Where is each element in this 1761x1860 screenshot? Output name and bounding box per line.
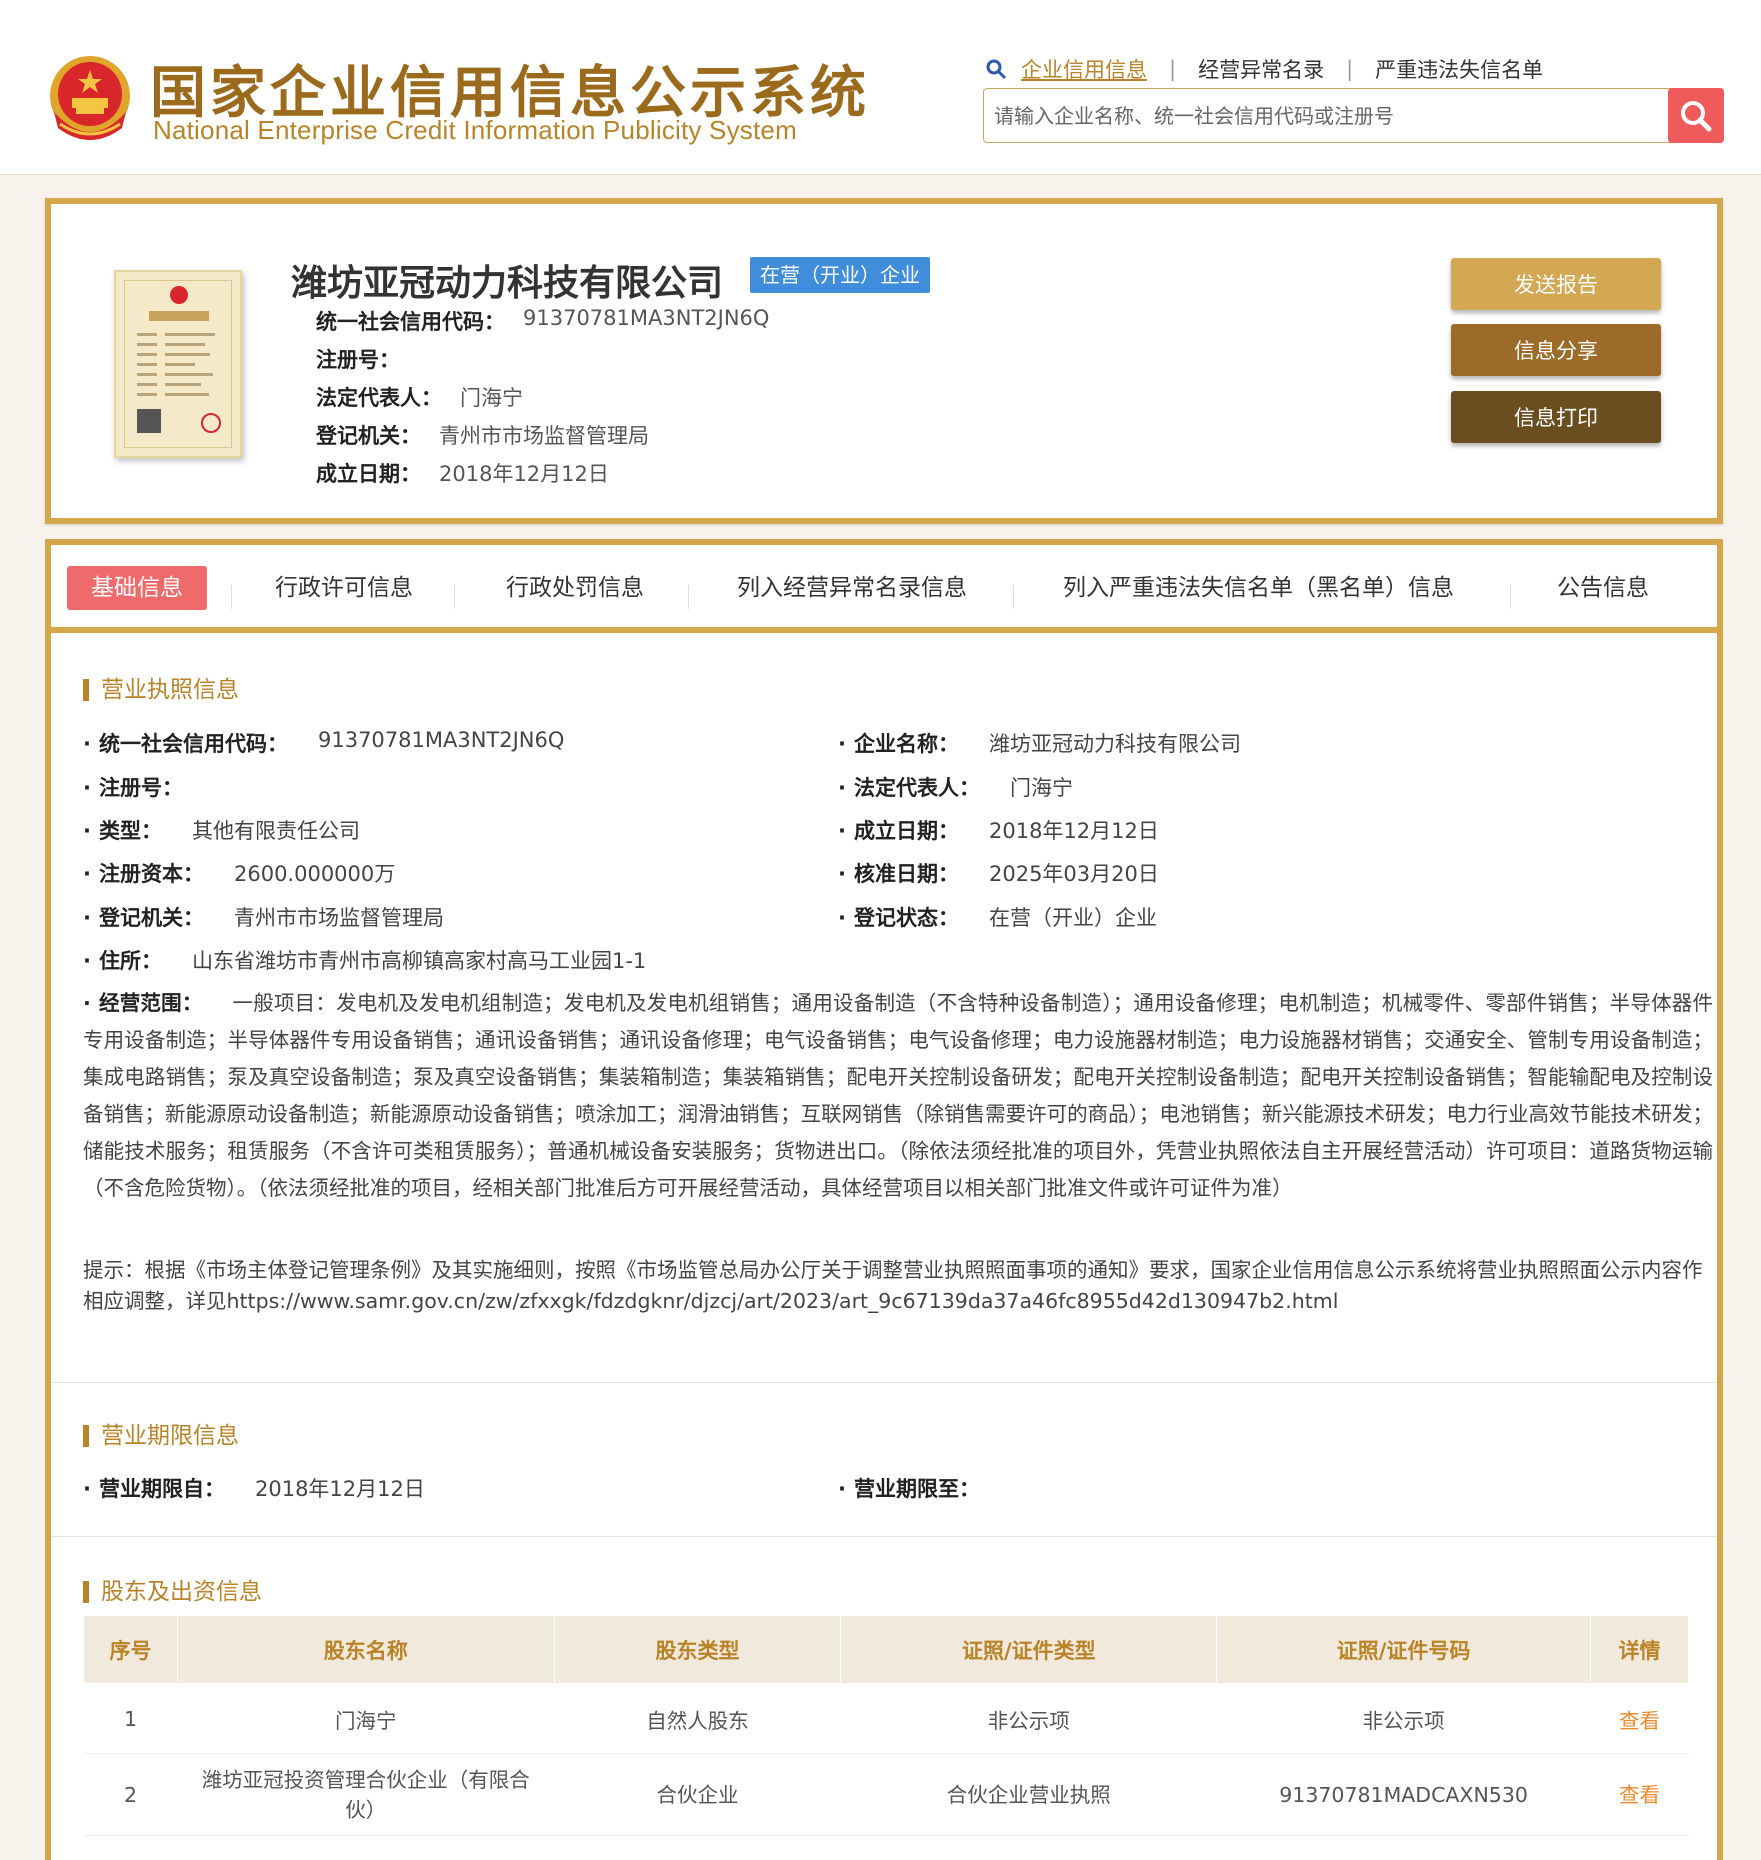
tab-basic-info[interactable]: 基础信息 [67,566,207,610]
license-document-icon [137,286,221,433]
info-reg-number: 注册号： [316,348,400,372]
section-title-license: 营业执照信息 [83,679,239,702]
site-header: 国家企业信用信息公示系统 National Enterprise Credit … [0,0,1761,175]
tab-separator [688,585,689,609]
section-title-term: 营业期限信息 [83,1425,239,1448]
nav-separator: | [1346,57,1354,81]
search-icon [1681,100,1712,131]
share-info-button[interactable]: 信息分享 [1451,324,1661,376]
info-credit-code: 统一社会信用代码： 91370781MA3NT2JN6Q [316,306,770,334]
send-report-button[interactable]: 发送报告 [1451,258,1661,310]
tab-bar: 基础信息 行政许可信息 行政处罚信息 列入经营异常名录信息 列入严重违法失信名单… [51,545,1717,633]
tab-abnormal-list[interactable]: 列入经营异常名录信息 [737,566,967,610]
field-term-from: 营业期限自：2018年12月12日 [83,1473,425,1503]
national-emblem-icon [50,56,130,140]
table-header-row: 序号 股东名称 股东类型 证照/证件类型 证照/证件号码 详情 [83,1615,1689,1684]
field-type: 类型：其他有限责任公司 [83,815,360,845]
tab-separator [1013,585,1014,609]
info-founded-date: 成立日期： 2018年12月12日 [316,462,609,486]
print-info-button[interactable]: 信息打印 [1451,391,1661,443]
section-divider [51,1382,1717,1383]
col-index: 序号 [83,1615,178,1684]
tab-admin-license[interactable]: 行政许可信息 [275,566,413,610]
company-name: 潍坊亚冠动力科技有限公司 [291,263,724,304]
table-row: 1 门海宁 自然人股东 非公示项 非公示项 查看 [83,1683,1689,1754]
section-title-shareholders: 股东及出资信息 [83,1581,262,1604]
col-shareholder-name: 股东名称 [176,1615,555,1684]
field-reg-number: 注册号： [83,772,213,802]
col-cert-number: 证照/证件号码 [1216,1615,1592,1684]
business-scope: 经营范围：一般项目：发电机及发电机组制造；发电机及发电机组销售；通用设备制造（不… [83,985,1713,1207]
field-credit-code: 统一社会信用代码：91370781MA3NT2JN6Q [83,728,564,758]
company-card: 潍坊亚冠动力科技有限公司 在营（开业）企业 统一社会信用代码： 91370781M… [45,198,1723,524]
col-shareholder-type: 股东类型 [553,1615,842,1684]
field-reg-status: 登记状态：在营（开业）企业 [838,902,1157,932]
search-input[interactable] [994,89,1644,142]
tab-separator [1510,585,1511,609]
search-icon [986,59,1007,80]
search-button[interactable] [1668,88,1724,143]
tab-blacklist[interactable]: 列入严重违法失信名单（黑名单）信息 [1063,566,1454,610]
table-row: 2 潍坊亚冠投资管理合伙企业（有限合伙） 合伙企业 合伙企业营业执照 91370… [83,1753,1689,1836]
site-subtitle: National Enterprise Credit Information P… [153,115,797,145]
tab-announcements[interactable]: 公告信息 [1557,566,1649,610]
col-cert-type: 证照/证件类型 [840,1615,1218,1684]
field-reg-authority: 登记机关：青州市市场监督管理局 [83,902,444,932]
view-details-link[interactable]: 查看 [1590,1683,1689,1754]
nav-separator: | [1169,57,1177,81]
nav-abnormal-list[interactable]: 经营异常名录 [1198,54,1324,84]
search-box [983,88,1724,143]
field-term-to: 营业期限至： [838,1473,1010,1503]
business-license-thumbnail[interactable] [114,270,242,458]
field-company-name: 企业名称：潍坊亚冠动力科技有限公司 [838,728,1241,758]
top-nav: 企业信用信息 | 经营异常名录 | 严重违法失信名单 [985,54,1543,84]
view-details-link[interactable]: 查看 [1590,1753,1689,1836]
nav-blacklist[interactable]: 严重违法失信名单 [1375,54,1543,84]
tab-admin-penalty[interactable]: 行政处罚信息 [506,566,644,610]
field-approval-date: 核准日期：2025年03月20日 [838,858,1159,888]
col-details: 详情 [1590,1615,1689,1684]
status-badge: 在营（开业）企业 [750,257,930,293]
notice-tip: 提示：根据《市场主体登记管理条例》及其实施细则，按照《市场监管总局办公厅关于调整… [83,1258,1703,1313]
field-legal-rep: 法定代表人：门海宁 [838,772,1073,802]
info-reg-authority: 登记机关： 青州市市场监督管理局 [316,424,649,448]
field-founded-date: 成立日期：2018年12月12日 [838,815,1159,845]
info-legal-rep: 法定代表人： 门海宁 [316,386,523,410]
main-panel: 基础信息 行政许可信息 行政处罚信息 列入经营异常名录信息 列入严重违法失信名单… [45,539,1723,1860]
field-reg-capital: 注册资本：2600.000000万 [83,858,395,888]
nav-enterprise-credit[interactable]: 企业信用信息 [1021,54,1147,84]
tab-separator [231,585,232,609]
shareholders-table: 序号 股东名称 股东类型 证照/证件类型 证照/证件号码 详情 1 门海宁 自然… [83,1615,1689,1836]
section-divider [51,1536,1717,1537]
field-address: 住所：山东省潍坊市青州市高柳镇高家村高马工业园1-1 [83,945,646,975]
tab-separator [454,585,455,609]
